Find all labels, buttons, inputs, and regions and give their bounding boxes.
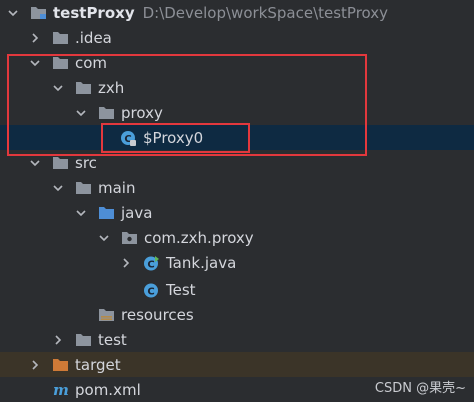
svg-text:m: m [53, 382, 69, 397]
tree-row-zxh[interactable]: zxh [0, 75, 474, 100]
folder-icon [52, 55, 69, 70]
tree-item-label: test [98, 330, 127, 349]
folder-icon [98, 105, 115, 120]
svg-text:C: C [147, 260, 154, 271]
chevron-down-icon[interactable] [51, 175, 65, 200]
tree-item-label: .idea [75, 28, 112, 47]
locked-class-icon: C [120, 130, 137, 146]
root-label: testProxy [53, 3, 135, 22]
chevron-down-icon[interactable] [51, 75, 65, 100]
tree-row-test-folder[interactable]: test [0, 327, 474, 352]
chevron-down-icon[interactable] [74, 200, 88, 225]
class-icon: C [143, 282, 160, 298]
tree-item-label: com.zxh.proxy [144, 228, 254, 247]
tree-item-label: java [121, 203, 153, 222]
excluded-folder-icon [52, 357, 69, 372]
tree-item-label: pom.xml [75, 380, 141, 399]
tree-row-java[interactable]: java [0, 200, 474, 225]
tree-item-label: proxy [121, 103, 163, 122]
tree-row-resources[interactable]: resources [0, 302, 474, 327]
tree-item-label: src [75, 153, 97, 172]
folder-icon [75, 80, 92, 95]
svg-text:C: C [147, 287, 154, 298]
folder-icon [52, 30, 69, 45]
package-icon [121, 230, 138, 245]
maven-icon: m [52, 382, 69, 397]
tree-row-idea[interactable]: .idea [0, 25, 474, 50]
tree-item-label: com [75, 53, 108, 72]
folder-icon [75, 180, 92, 195]
folder-icon [75, 332, 92, 347]
tree-row-proxy0[interactable]: C $Proxy0 [0, 125, 474, 150]
chevron-right-icon[interactable] [28, 25, 42, 50]
source-folder-icon [98, 205, 115, 220]
tree-item-label: main [98, 178, 136, 197]
tree-row-tank[interactable]: C Tank.java [0, 250, 474, 275]
tree-item-label: zxh [98, 78, 125, 97]
tree-row-main[interactable]: main [0, 175, 474, 200]
tree-item-label: $Proxy0 [143, 128, 204, 147]
tree-row-com[interactable]: com [0, 50, 474, 75]
tree-item-label: resources [121, 305, 194, 324]
chevron-right-icon[interactable] [119, 250, 133, 275]
tree-row-root[interactable]: testProxy D:\Develop\workSpace\testProxy [0, 0, 474, 25]
tree-item-label: Tank.java [166, 253, 237, 272]
tree-item-label: Test [166, 280, 196, 299]
tree-item-label: target [75, 355, 121, 374]
module-folder-icon [30, 5, 47, 20]
chevron-down-icon[interactable] [74, 100, 88, 125]
project-tree: { "root": { "label": "testProxy", "path"… [0, 0, 474, 402]
tree-row-src[interactable]: src [0, 150, 474, 175]
tree-row-target[interactable]: target [0, 352, 474, 377]
watermark: CSDN @果壳~ [374, 381, 466, 396]
chevron-right-icon[interactable] [51, 327, 65, 352]
folder-icon [52, 155, 69, 170]
tree-row-proxy[interactable]: proxy [0, 100, 474, 125]
chevron-down-icon[interactable] [97, 225, 111, 250]
root-path: D:\Develop\workSpace\testProxy [142, 3, 389, 22]
chevron-down-icon[interactable] [28, 50, 42, 75]
tree-row-test-class[interactable]: C Test [0, 277, 474, 302]
resources-folder-icon [98, 307, 115, 322]
chevron-right-icon[interactable] [28, 352, 42, 377]
chevron-down-icon[interactable] [6, 0, 20, 25]
tree-row-package[interactable]: com.zxh.proxy [0, 225, 474, 250]
chevron-down-icon[interactable] [28, 150, 42, 175]
class-icon: C [143, 255, 160, 271]
